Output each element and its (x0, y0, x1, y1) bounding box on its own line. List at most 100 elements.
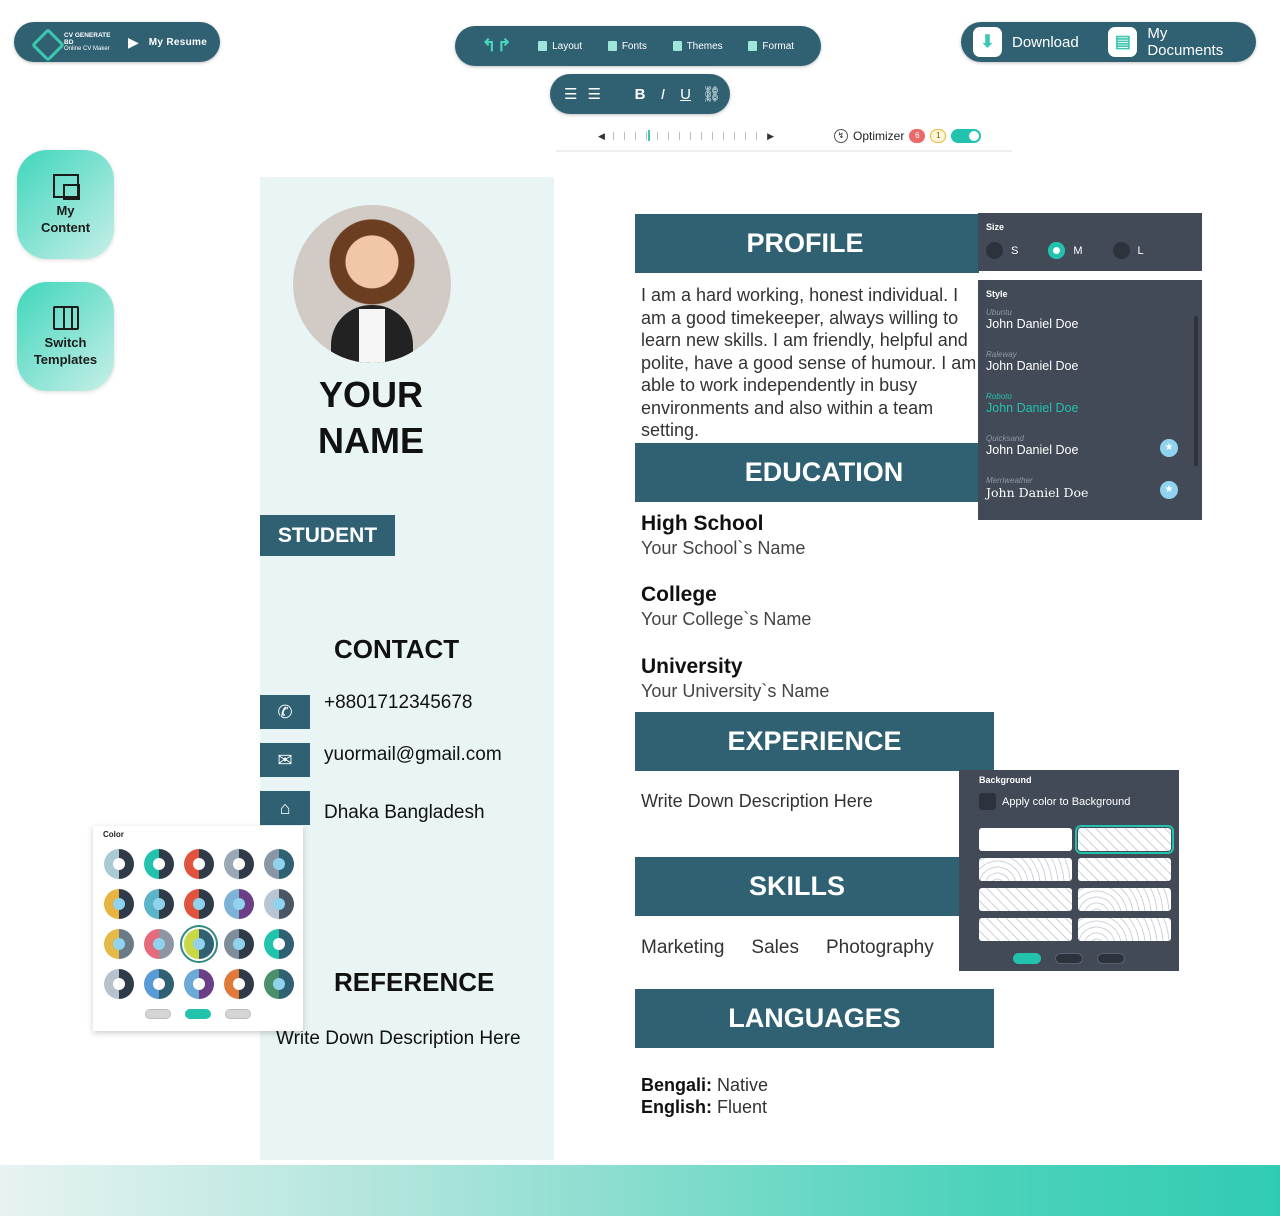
layout-button[interactable]: Layout (538, 41, 582, 52)
background-swatch[interactable] (979, 828, 1072, 851)
education-heading[interactable]: EDUCATION (635, 443, 979, 502)
size-option-s[interactable]: S (986, 242, 1018, 259)
background-swatch[interactable] (1078, 918, 1171, 941)
ruler-right-icon[interactable]: ▶ (767, 131, 774, 142)
apply-background-checkbox[interactable]: Apply color to Background (979, 793, 1159, 810)
font-option-merriweather[interactable]: Merriweather John Daniel Doe ★ (986, 467, 1194, 509)
edu-sub-1[interactable]: Your School`s Name (641, 538, 805, 559)
skill-item[interactable]: Sales (751, 937, 799, 959)
color-swatch[interactable] (144, 889, 174, 919)
fonts-button[interactable]: Fonts (607, 41, 647, 52)
contact-heading[interactable]: CONTACT (334, 634, 459, 665)
optimizer-toggle[interactable] (951, 129, 982, 143)
pager-dot[interactable] (145, 1009, 171, 1019)
bold-button[interactable]: B (634, 86, 647, 103)
cv-name[interactable]: YOUR NAME (262, 372, 480, 464)
italic-button[interactable]: I (656, 86, 669, 103)
color-swatch[interactable] (104, 969, 134, 999)
font-option-roboto[interactable]: Roboto John Daniel Doe (986, 383, 1194, 425)
format-button[interactable]: Format (748, 41, 794, 52)
documents-icon[interactable]: ▤ (1108, 27, 1138, 57)
background-swatch[interactable] (1078, 888, 1171, 911)
color-swatch[interactable] (144, 849, 174, 879)
edu-title-2[interactable]: College (641, 583, 717, 607)
pager-dot[interactable] (185, 1009, 211, 1019)
pager-dot[interactable] (1013, 953, 1041, 964)
color-swatch[interactable] (184, 849, 214, 879)
download-button[interactable]: Download (1012, 34, 1079, 51)
background-swatch[interactable] (1078, 858, 1171, 881)
cv-role[interactable]: STUDENT (260, 515, 395, 556)
color-swatch[interactable] (184, 969, 214, 999)
color-swatch-selected[interactable] (184, 929, 214, 959)
font-option-quicksand[interactable]: Quicksand John Daniel Doe ★ (986, 425, 1194, 467)
align-justify-icon[interactable]: ☰ (587, 85, 600, 103)
warning-count-badge[interactable]: 1 (930, 129, 947, 143)
profile-photo[interactable] (293, 205, 451, 363)
reference-text[interactable]: Write Down Description Here (276, 1028, 521, 1050)
size-label: M (1073, 244, 1083, 257)
underline-button[interactable]: U (679, 86, 692, 103)
color-swatch[interactable] (224, 969, 254, 999)
language-row-2[interactable]: English: Fluent (641, 1097, 767, 1118)
color-swatch[interactable] (264, 929, 294, 959)
skill-item[interactable]: Photography (826, 937, 934, 959)
color-swatch[interactable] (104, 889, 134, 919)
background-panel: Background Apply color to Background (959, 770, 1179, 971)
color-swatch[interactable] (264, 849, 294, 879)
background-swatch[interactable] (979, 858, 1072, 881)
edu-title-1[interactable]: High School (641, 512, 764, 536)
switch-templates-button[interactable]: Switch Templates (17, 282, 114, 391)
background-swatch[interactable] (979, 888, 1072, 911)
edu-sub-2[interactable]: Your College`s Name (641, 609, 811, 630)
font-option-raleway[interactable]: Raleway John Daniel Doe (986, 341, 1194, 383)
my-content-button[interactable]: My Content (17, 150, 114, 259)
link-icon[interactable]: ⛓ (702, 85, 721, 103)
my-documents-button[interactable]: My Documents (1147, 25, 1244, 59)
edu-title-3[interactable]: University (641, 655, 743, 679)
experience-heading[interactable]: EXPERIENCE (635, 712, 994, 771)
experience-text[interactable]: Write Down Description Here (641, 790, 873, 813)
color-swatch[interactable] (224, 929, 254, 959)
ruler-left-icon[interactable]: ◀ (598, 131, 605, 142)
error-count-badge[interactable]: 6 (909, 129, 926, 143)
zoom-ruler[interactable]: ◀ ▶ (598, 128, 774, 144)
ruler-handle[interactable] (648, 130, 650, 141)
optimizer: ↯ Optimizer 6 1 (834, 128, 982, 144)
pager-dot[interactable] (1097, 953, 1125, 964)
color-swatch[interactable] (104, 849, 134, 879)
align-left-icon[interactable]: ☰ (564, 85, 577, 103)
color-swatch[interactable] (264, 969, 294, 999)
edu-sub-3[interactable]: Your University`s Name (641, 681, 829, 702)
color-swatch[interactable] (144, 929, 174, 959)
contact-phone[interactable]: ✆ +8801712345678 (260, 692, 472, 729)
size-option-m[interactable]: M (1048, 242, 1083, 259)
language-row-1[interactable]: Bengali: Native (641, 1075, 768, 1096)
skills-heading[interactable]: SKILLS (635, 857, 959, 916)
font-option-ubuntu[interactable]: Ubuntu John Daniel Doe (986, 299, 1194, 341)
profile-text[interactable]: I am a hard working, honest individual. … (641, 284, 979, 442)
background-swatch[interactable] (979, 918, 1072, 941)
color-swatch[interactable] (144, 969, 174, 999)
undo-redo-icon[interactable]: ↰↱ (482, 36, 513, 56)
color-swatch[interactable] (264, 889, 294, 919)
skill-item[interactable]: Marketing (641, 937, 724, 959)
background-swatch[interactable] (1075, 825, 1174, 854)
contact-address[interactable]: ⌂ Dhaka Bangladesh (260, 791, 485, 825)
color-swatch[interactable] (184, 889, 214, 919)
color-swatch[interactable] (224, 889, 254, 919)
color-swatch[interactable] (104, 929, 134, 959)
pager-dot[interactable] (225, 1009, 251, 1019)
optimizer-label: Optimizer (853, 129, 905, 143)
pager-dot[interactable] (1055, 953, 1083, 964)
profile-heading[interactable]: PROFILE (635, 214, 979, 273)
my-resume-tab[interactable]: My Resume (149, 37, 207, 48)
size-option-l[interactable]: L (1112, 242, 1144, 259)
contact-email[interactable]: ✉ yuormail@gmail.com (260, 743, 502, 777)
color-swatch[interactable] (224, 849, 254, 879)
style-scrollbar[interactable] (1194, 316, 1198, 466)
download-icon[interactable]: ⬇ (973, 27, 1002, 57)
themes-button[interactable]: Themes (672, 41, 723, 52)
reference-heading[interactable]: REFERENCE (334, 967, 494, 998)
languages-heading[interactable]: LANGUAGES (635, 989, 994, 1048)
